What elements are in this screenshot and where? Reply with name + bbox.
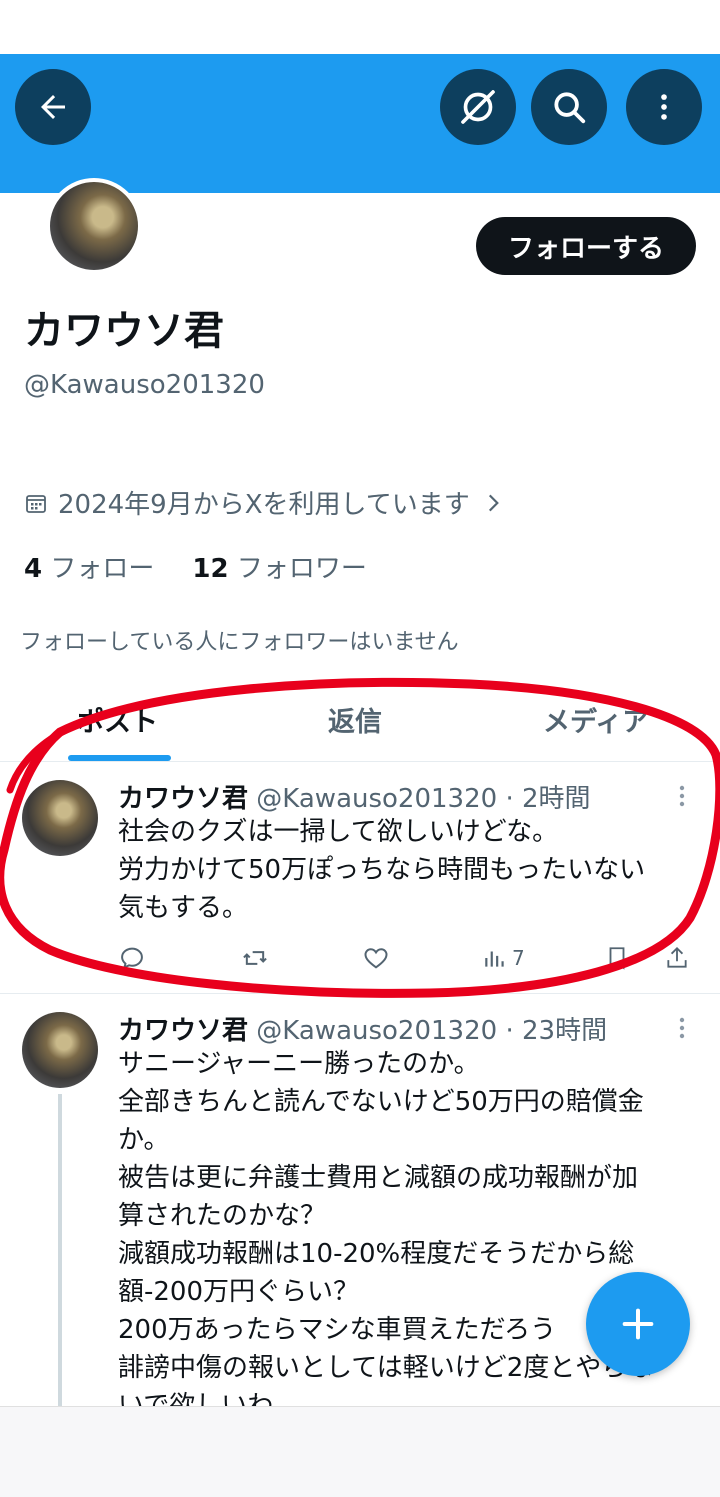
post-text-line: いで欲しいわ [118, 1391, 274, 1406]
back-arrow-icon [41, 95, 65, 119]
reply-button[interactable] [118, 944, 146, 972]
post-author-handle[interactable]: @Kawauso201320 [256, 784, 497, 814]
followers-link[interactable]: 12 フォロワー [192, 548, 366, 585]
share-button[interactable] [664, 944, 690, 972]
post-text-line: 減額成功報酬は10-20%程度だそうだから総 [118, 1239, 635, 1269]
no-mutual-followers-text: フォローしている人にフォロワーはいません [20, 630, 459, 655]
profile-handle: @Kawauso201320 [24, 370, 265, 400]
tabs-divider [0, 761, 720, 762]
post-text-line: 全部きちんと読んでないけど50万円の賠償金 [118, 1087, 644, 1117]
post-divider [0, 993, 720, 994]
post-actions: 7 [118, 944, 718, 978]
more-options-button[interactable] [626, 69, 702, 145]
share-icon [667, 946, 687, 968]
header-bar [0, 54, 720, 193]
follow-stats: 4 フォロー 12 フォロワー [24, 548, 367, 585]
post-text-line: 労力かけて50万ぽっちなら時間もったいない [118, 855, 646, 885]
bookmark-button[interactable] [604, 944, 630, 972]
post-time[interactable]: · 23時間 [505, 1016, 607, 1046]
post-text-line: サニージャーニー勝ったのか。 [118, 1049, 480, 1079]
joined-date-text: 2024年9月からXを利用しています [58, 490, 470, 520]
post-header: カワウソ君 @Kawauso201320 · 23時間 [118, 1010, 607, 1047]
post-author-name[interactable]: カワウソ君 [118, 1016, 248, 1046]
search-icon [554, 92, 586, 124]
grok-icon [461, 90, 495, 124]
post-text-line: 被告は更に弁護士費用と減額の成功報酬が加 [118, 1163, 639, 1193]
post-author-handle[interactable]: @Kawauso201320 [256, 1016, 497, 1046]
follow-button[interactable]: フォローする [476, 217, 696, 275]
followers-label: フォロワー [236, 554, 367, 584]
compose-post-button[interactable] [586, 1272, 690, 1376]
like-button[interactable] [362, 944, 390, 972]
grok-button[interactable] [440, 69, 516, 145]
tab-replies[interactable]: 返信 [328, 700, 382, 739]
tab-posts[interactable]: ポスト [77, 700, 158, 739]
post-text-line: 気もする。 [118, 893, 249, 923]
post-text-line: 社会のクズは一掃して欲しいけどな。 [118, 817, 559, 847]
repost-icon [243, 951, 267, 965]
post-author-name[interactable]: カワウソ君 [118, 784, 248, 814]
post-avatar[interactable] [22, 1012, 98, 1088]
thread-line [58, 1094, 62, 1406]
bottom-system-bar [0, 1406, 720, 1497]
post-text-line: か。 [118, 1125, 170, 1155]
post-more-icon[interactable] [678, 784, 686, 808]
followers-count: 12 [192, 554, 229, 584]
post-text-line: 算されたのかな？ [118, 1201, 327, 1231]
post-more-icon[interactable] [678, 1016, 686, 1040]
more-vertical-icon [661, 94, 667, 120]
heart-icon [364, 948, 388, 969]
repost-button[interactable] [240, 944, 270, 972]
profile-avatar[interactable] [46, 178, 142, 274]
following-link[interactable]: 4 フォロー [24, 548, 154, 585]
following-label: フォロー [50, 554, 155, 584]
views-button[interactable]: 7 [482, 944, 525, 972]
profile-display-name: カワウソ君 [24, 308, 224, 354]
post-avatar[interactable] [22, 780, 98, 856]
chevron-right-icon [488, 494, 499, 511]
bookmark-icon [609, 947, 625, 970]
reply-icon [121, 947, 143, 970]
following-count: 4 [24, 554, 43, 584]
search-button[interactable] [531, 69, 607, 145]
post-time[interactable]: · 2時間 [505, 784, 590, 814]
post-text: 社会のクズは一掃して欲しいけどな。 労力かけて50万ぽっちなら時間もったいない … [118, 813, 645, 927]
back-button[interactable] [15, 69, 91, 145]
post-header: カワウソ君 @Kawauso201320 · 2時間 [118, 778, 591, 815]
calendar-icon [26, 494, 46, 513]
plus-icon [622, 1308, 654, 1340]
joined-date-row[interactable]: 2024年9月からXを利用しています [24, 484, 506, 521]
views-chart-icon [485, 951, 504, 967]
views-count: 7 [512, 946, 525, 970]
tab-media[interactable]: メディア [543, 700, 649, 739]
